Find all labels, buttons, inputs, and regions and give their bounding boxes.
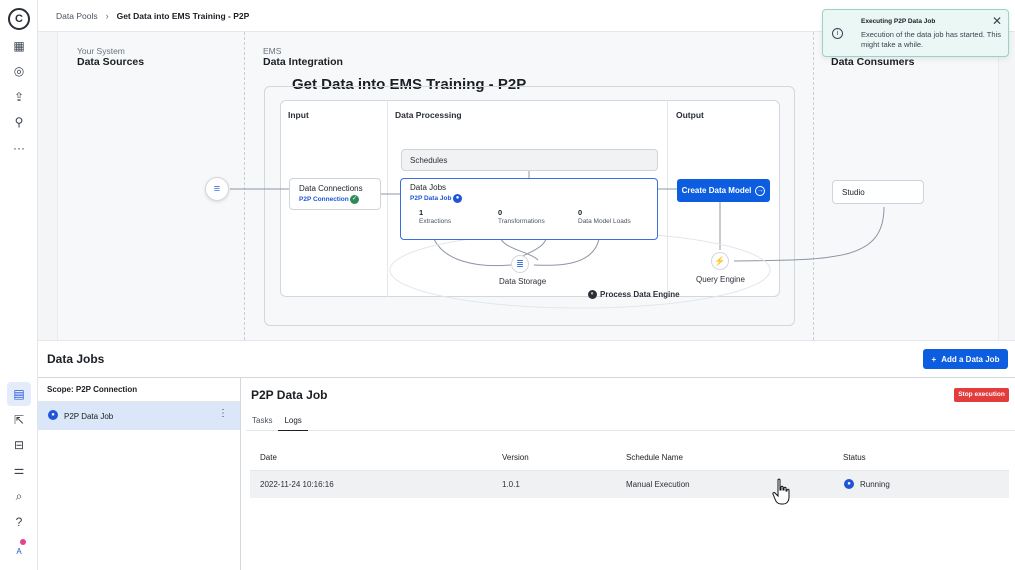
info-icon: i [832, 28, 843, 39]
data-jobs-header: Data Jobs + Add a Data Job [38, 340, 1015, 378]
data-jobs-node[interactable]: Data Jobs P2P Data Job ● 1 Extractions 0… [400, 178, 658, 240]
status-label: Running [860, 480, 890, 489]
table-row[interactable]: 2022-11-24 10:16:16 1.0.1 Manual Executi… [250, 471, 1009, 498]
metric-transformations-label: Transformations [498, 218, 545, 225]
left-nav-rail: C ▦ ◎ ⇪ ⚲ ··· ▤ ⇱ ⊟ ⚌ ⌕ ? A [0, 0, 38, 570]
canvas-inner: Your System Data Sources EMS Data Integr… [57, 32, 999, 340]
cell-status: ● Running [844, 471, 890, 498]
col-status: Status [843, 453, 866, 462]
arrow-right-circle-icon: → [755, 185, 766, 196]
job-detail-panel: P2P Data Job Stop execution Tasks Logs D… [241, 378, 1015, 570]
data-jobs-title: Data Jobs [47, 352, 105, 366]
metric-loads-label: Data Model Loads [578, 218, 631, 225]
data-connections-sub[interactable]: P2P Connection [299, 196, 349, 203]
data-connections-node[interactable]: Data Connections P2P Connection ✓ [289, 178, 381, 210]
metric-loads-value: 0 [578, 208, 583, 217]
avatar[interactable]: A [12, 545, 26, 559]
chevron-right-icon: › [105, 10, 109, 21]
tab-bar: Tasks Logs [246, 414, 1015, 431]
cell-version: 1.0.1 [502, 480, 520, 489]
plus-icon: + [931, 354, 937, 364]
col-schedule: Schedule Name [626, 453, 683, 462]
col-date: Date [260, 453, 277, 462]
breadcrumb-current: Get Data into EMS Training - P2P [116, 10, 250, 21]
sliders-icon[interactable]: ⚌ [7, 458, 31, 482]
running-icon: ● [48, 410, 58, 420]
metric-extractions-value: 1 [419, 208, 424, 217]
package-icon[interactable]: ⊟ [7, 433, 31, 457]
create-data-model-label: Create Data Model [681, 186, 752, 195]
cell-date: 2022-11-24 10:16:16 [260, 480, 334, 489]
cell-schedule: Manual Execution [626, 480, 690, 489]
hand-cursor-icon [772, 478, 790, 505]
database-source-icon[interactable]: ≡ [205, 177, 229, 201]
close-icon[interactable]: ✕ [992, 14, 1002, 28]
job-detail-title: P2P Data Job [251, 388, 328, 402]
scope-label: Scope: P2P Connection [38, 378, 240, 402]
data-flow-canvas: Your System Data Sources EMS Data Integr… [38, 32, 1015, 340]
query-engine-icon[interactable]: ⚡ [711, 252, 729, 270]
list-item[interactable]: ● P2P Data Job ⋮ [38, 402, 240, 430]
create-data-model-button[interactable]: Create Data Model → [677, 179, 770, 202]
running-icon: ● [453, 194, 462, 203]
studio-node[interactable]: Studio [832, 180, 924, 204]
process-data-engine-label: Process Data Engine [600, 290, 680, 299]
more-icon[interactable]: ··· [7, 136, 31, 160]
export-icon[interactable]: ⇱ [7, 408, 31, 432]
list-item-label: P2P Data Job [64, 411, 114, 421]
col-version: Version [502, 453, 529, 462]
database-icon[interactable]: ▤ [7, 382, 31, 406]
process-data-engine: ◐ Process Data Engine [588, 290, 680, 300]
data-connections-title: Data Connections [299, 184, 363, 193]
data-jobs-sub[interactable]: P2P Data Job [410, 195, 451, 202]
toast-message: Execution of the data job has started. T… [861, 30, 1001, 49]
studio-label: Studio [842, 188, 865, 197]
table-header: Date Version Schedule Name Status [250, 444, 1009, 471]
metric-extractions-label: Extractions [419, 218, 452, 225]
scope-panel: Scope: P2P Connection ● P2P Data Job ⋮ [38, 378, 241, 570]
search-icon[interactable]: ⌕ [7, 484, 31, 508]
query-engine-label: Query Engine [696, 275, 745, 284]
storage-icon[interactable]: ≣ [511, 255, 529, 273]
check-icon: ✓ [350, 195, 359, 204]
data-storage-label: Data Storage [499, 277, 547, 286]
add-data-job-button[interactable]: + Add a Data Job [923, 349, 1008, 369]
compass-icon[interactable]: ◎ [7, 59, 31, 83]
kebab-menu-icon[interactable]: ⋮ [218, 408, 228, 419]
running-icon: ● [844, 478, 854, 489]
tab-logs[interactable]: Logs [278, 414, 308, 431]
stop-execution-button[interactable]: Stop execution [954, 388, 1009, 402]
engine-icon: ◐ [588, 290, 597, 300]
metric-transformations-value: 0 [498, 208, 503, 217]
celonis-logo-icon[interactable]: C [8, 8, 30, 30]
breadcrumb-root[interactable]: Data Pools [56, 11, 98, 21]
add-data-job-label: Add a Data Job [941, 354, 1000, 364]
logs-table: Date Version Schedule Name Status 2022-1… [250, 444, 1009, 498]
apps-icon[interactable]: ▦ [7, 34, 31, 58]
data-jobs-title: Data Jobs [410, 183, 447, 192]
help-icon[interactable]: ? [7, 510, 31, 534]
toast-title: Executing P2P Data Job [861, 18, 936, 25]
schedules-bar[interactable]: Schedules [401, 149, 658, 171]
upload-icon[interactable]: ⇪ [7, 85, 31, 109]
magnifier-tool-icon[interactable]: ⚲ [7, 110, 31, 134]
toast-notification: i Executing P2P Data Job Execution of th… [822, 9, 1009, 57]
tab-tasks[interactable]: Tasks [246, 414, 278, 431]
